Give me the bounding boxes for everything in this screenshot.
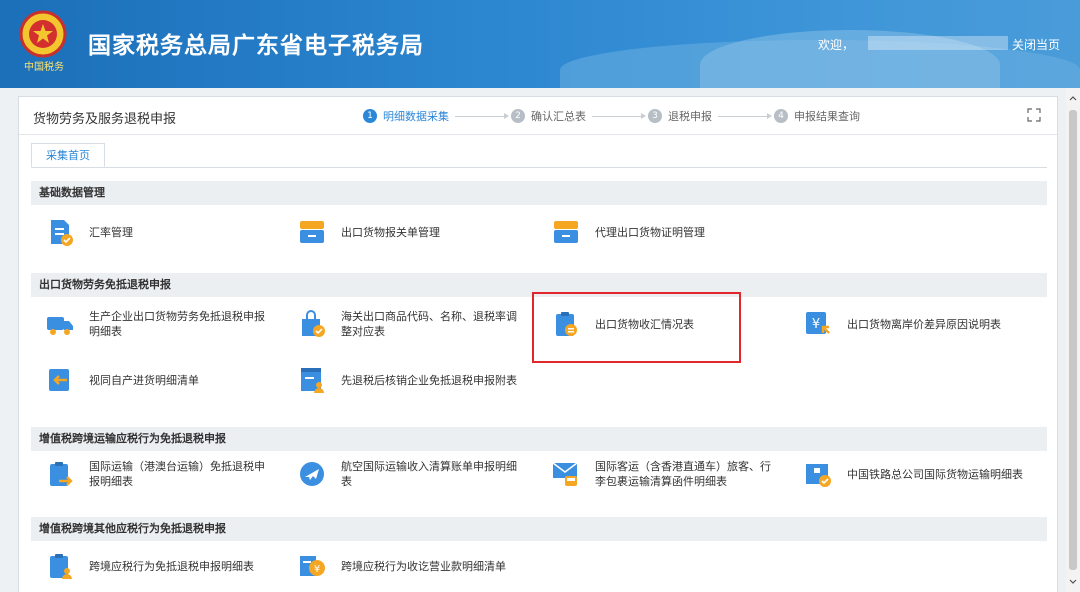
item-agency-export-cert[interactable]: 代理出口货物证明管理 xyxy=(551,217,775,247)
user-name-redacted xyxy=(868,36,1008,50)
calendar-user-icon xyxy=(301,368,324,393)
section-title: 基础数据管理 xyxy=(31,181,1047,205)
airplane-icon xyxy=(300,462,324,486)
step-number: 3 xyxy=(648,109,662,123)
tab-bar: 采集首页 xyxy=(31,143,105,167)
step-1[interactable]: 1 明细数据采集 xyxy=(363,108,449,124)
tax-emblem-icon xyxy=(19,10,67,58)
item-fob-diff-reason[interactable]: ¥ 出口货物离岸价差异原因说明表 xyxy=(803,309,1037,339)
item-label: 汇率管理 xyxy=(89,225,133,239)
highlight-box xyxy=(532,292,741,363)
item-intl-transport-hkmt[interactable]: 国际运输（港澳台运输）免抵退税申报明细表 xyxy=(45,459,269,489)
item-label: 生产企业出口货物劳务免抵退税申报明细表 xyxy=(89,310,265,338)
step-3[interactable]: 3 退税申报 xyxy=(648,108,712,124)
panel-title: 货物劳务及服务退税申报 xyxy=(33,112,177,127)
item-producer-refund-detail[interactable]: 生产企业出口货物劳务免抵退税申报明细表 xyxy=(45,309,269,339)
item-label: 跨境应税行为收讫营业款明细清单 xyxy=(341,559,506,573)
tab-divider xyxy=(31,167,1047,168)
item-label: 国际运输（港澳台运输）免抵退税申报明细表 xyxy=(89,460,265,488)
svg-text:¥: ¥ xyxy=(812,317,820,332)
step-arrow xyxy=(455,112,509,119)
scroll-up-icon[interactable] xyxy=(1069,94,1077,102)
truck-icon xyxy=(47,317,73,335)
step-arrow xyxy=(592,112,646,119)
item-label: 跨境应税行为免抵退税申报明细表 xyxy=(89,559,254,573)
item-china-railway-freight[interactable]: 中国铁路总公司国际货物运输明细表 xyxy=(803,459,1037,489)
vertical-scrollbar[interactable] xyxy=(1066,88,1080,592)
section-title: 增值税跨境其他应税行为免抵退税申报 xyxy=(31,517,1047,541)
scroll-down-icon[interactable] xyxy=(1069,578,1077,586)
close-page-link[interactable]: 关闭当页 xyxy=(1012,36,1060,53)
item-deemed-own-purchase[interactable]: 视同自产进货明细清单 xyxy=(45,365,269,395)
fullscreen-icon[interactable] xyxy=(1027,108,1041,122)
welcome-text: 欢迎， xyxy=(818,38,855,52)
scroll-thumb[interactable] xyxy=(1069,110,1077,570)
svg-text:¥: ¥ xyxy=(314,564,320,575)
clipboard-user-icon xyxy=(50,554,72,579)
step-number: 4 xyxy=(774,109,788,123)
item-label: 航空国际运输收入清算账单申报明细表 xyxy=(341,460,517,488)
drawer-icon xyxy=(300,221,324,243)
item-label: 代理出口货物证明管理 xyxy=(595,225,705,239)
box-check-icon xyxy=(806,464,831,487)
step-label: 确认汇总表 xyxy=(531,110,586,123)
yen-arrow-icon: ¥ xyxy=(806,312,830,334)
item-label: 视同自产进货明细清单 xyxy=(89,373,199,387)
clipboard-arrow-icon xyxy=(50,462,73,486)
step-label: 申报结果查询 xyxy=(794,110,860,123)
item-label: 中国铁路总公司国际货物运输明细表 xyxy=(847,467,1023,481)
item-label: 国际客运（含香港直通车）旅客、行李包裹运输清算函件明细表 xyxy=(595,460,771,488)
top-banner: 中国税务 国家税务总局广东省电子税务局 欢迎， 关闭当页 xyxy=(0,0,1080,88)
section-crossborder-transport: 增值税跨境运输应税行为免抵退税申报 国际运输（港澳台运输）免抵退税申报明细表 航… xyxy=(31,427,1047,511)
item-air-transport-bill[interactable]: 航空国际运输收入清算账单申报明细表 xyxy=(297,459,521,489)
item-label: 出口货物报关单管理 xyxy=(341,225,440,239)
section-title: 增值税跨境运输应税行为免抵退税申报 xyxy=(31,427,1047,451)
item-label: 先退税后核销企业免抵退税申报附表 xyxy=(341,373,517,387)
item-crossborder-receipts[interactable]: ¥ 跨境应税行为收讫营业款明细清单 xyxy=(297,551,541,581)
item-refund-first-schedule[interactable]: 先退税后核销企业免抵退税申报附表 xyxy=(297,365,541,395)
document-check-icon xyxy=(51,220,73,246)
item-customs-code-table[interactable]: 海关出口商品代码、名称、退税率调整对应表 xyxy=(297,309,521,339)
motto-text: 中国税务 xyxy=(24,62,64,73)
item-label: 海关出口商品代码、名称、退税率调整对应表 xyxy=(341,310,517,338)
bag-check-icon xyxy=(302,310,325,337)
item-label: 出口货物离岸价差异原因说明表 xyxy=(847,317,1001,331)
mail-bus-icon xyxy=(552,462,578,486)
import-arrow-icon xyxy=(49,369,69,391)
item-crossborder-refund-detail[interactable]: 跨境应税行为免抵退税申报明细表 xyxy=(45,551,269,581)
step-arrow xyxy=(718,112,772,119)
item-customs-declaration[interactable]: 出口货物报关单管理 xyxy=(297,217,521,247)
step-indicator: 1 明细数据采集 2 确认汇总表 3 退税申报 4 申报结果查询 xyxy=(363,108,860,124)
panel-header: 货物劳务及服务退税申报 1 明细数据采集 2 确认汇总表 3 退税申报 4 申报… xyxy=(19,97,1057,135)
section-basic-data: 基础数据管理 汇率管理 出口货物报关单管理 代理出口货物证明管理 xyxy=(31,181,1047,265)
step-4[interactable]: 4 申报结果查询 xyxy=(774,108,860,124)
document-yen-icon: ¥ xyxy=(300,556,325,576)
step-number: 2 xyxy=(511,109,525,123)
item-exchange-rate[interactable]: 汇率管理 xyxy=(45,217,269,247)
tab-collection-home[interactable]: 采集首页 xyxy=(31,143,105,167)
section-crossborder-other: 增值税跨境其他应税行为免抵退税申报 跨境应税行为免抵退税申报明细表 ¥ 跨境应税… xyxy=(31,517,1047,587)
drawer-icon xyxy=(554,221,578,243)
step-number: 1 xyxy=(363,109,377,123)
item-intl-passenger-transport[interactable]: 国际客运（含香港直通车）旅客、行李包裹运输清算函件明细表 xyxy=(551,459,775,489)
site-title: 国家税务总局广东省电子税务局 xyxy=(88,33,424,59)
step-label: 退税申报 xyxy=(668,110,712,123)
step-2[interactable]: 2 确认汇总表 xyxy=(511,108,586,124)
step-label: 明细数据采集 xyxy=(383,110,449,123)
